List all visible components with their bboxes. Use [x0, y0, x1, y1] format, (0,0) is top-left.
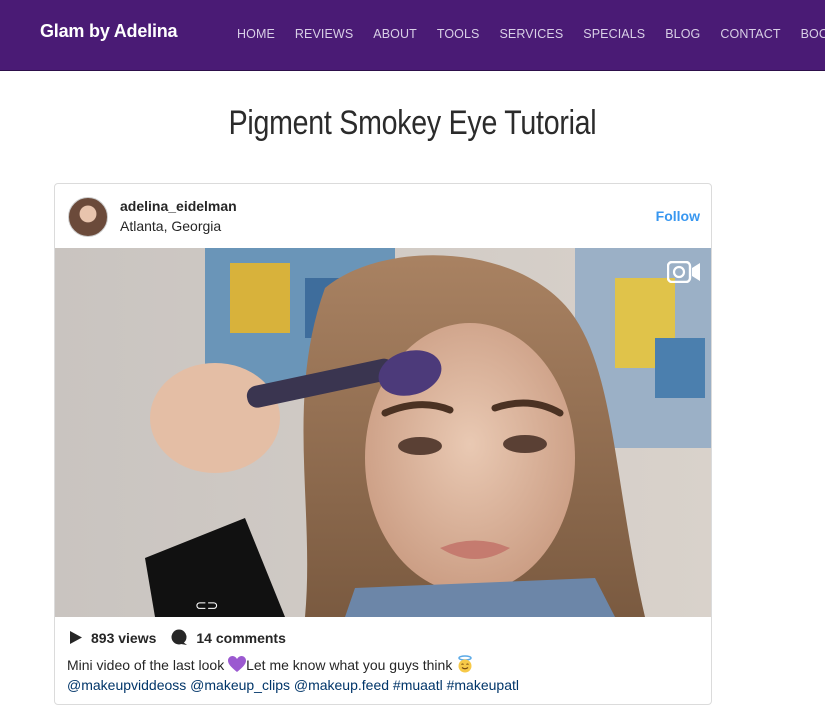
- post-stats: 893 views 14 comments: [69, 629, 300, 646]
- main-nav: HOME REVIEWS ABOUT TOOLS SERVICES SPECIA…: [237, 27, 825, 43]
- page-title: Pigment Smokey Eye Tutorial: [228, 104, 597, 142]
- nav-services[interactable]: SERVICES: [499, 27, 563, 43]
- svg-text:⊂⊃: ⊂⊃: [195, 597, 218, 613]
- post-location[interactable]: Atlanta, Georgia: [120, 218, 221, 234]
- video-still: ⊂⊃: [55, 248, 711, 617]
- caption-text-1: Mini video of the last look: [67, 657, 229, 673]
- nav-tools[interactable]: TOOLS: [437, 27, 480, 43]
- comment-bubble-icon: [171, 629, 188, 645]
- nav-contact[interactable]: CONTACT: [720, 27, 780, 43]
- comments-stat[interactable]: 14 comments: [170, 629, 286, 646]
- nav-reviews[interactable]: REVIEWS: [295, 27, 353, 43]
- caption-text-2: Let me know what you guys think: [246, 657, 457, 673]
- views-stat: 893 views: [69, 630, 156, 646]
- views-count: 893 views: [91, 629, 157, 646]
- nav-about[interactable]: ABOUT: [373, 27, 417, 43]
- post-caption: Mini video of the last look Let me know …: [67, 655, 697, 695]
- follow-button[interactable]: Follow: [656, 208, 700, 224]
- site-header: Glam by Adelina HOME REVIEWS ABOUT TOOLS…: [0, 0, 825, 71]
- play-icon: [70, 631, 82, 644]
- comments-count: 14 comments: [196, 629, 286, 646]
- post-username[interactable]: adelina_eidelman: [120, 198, 237, 214]
- post-header: adelina_eidelman Atlanta, Georgia Follow: [55, 184, 711, 248]
- video-camera-icon: [667, 261, 700, 283]
- nav-home[interactable]: HOME: [237, 27, 275, 43]
- instagram-embed: adelina_eidelman Atlanta, Georgia Follow: [54, 183, 712, 705]
- nav-specials[interactable]: SPECIALS: [583, 27, 645, 43]
- halo-smile-emoji-icon: [458, 655, 472, 673]
- post-video[interactable]: ⊂⊃: [55, 248, 711, 617]
- purple-heart-emoji-icon: [228, 656, 247, 672]
- nav-booking[interactable]: BOOKING: [801, 27, 825, 43]
- nav-blog[interactable]: BLOG: [665, 27, 700, 43]
- caption-tags[interactable]: @makeupviddeoss @makeup_clips @makeup.fe…: [67, 677, 519, 693]
- site-brand[interactable]: Glam by Adelina: [40, 21, 178, 42]
- avatar[interactable]: [68, 197, 108, 237]
